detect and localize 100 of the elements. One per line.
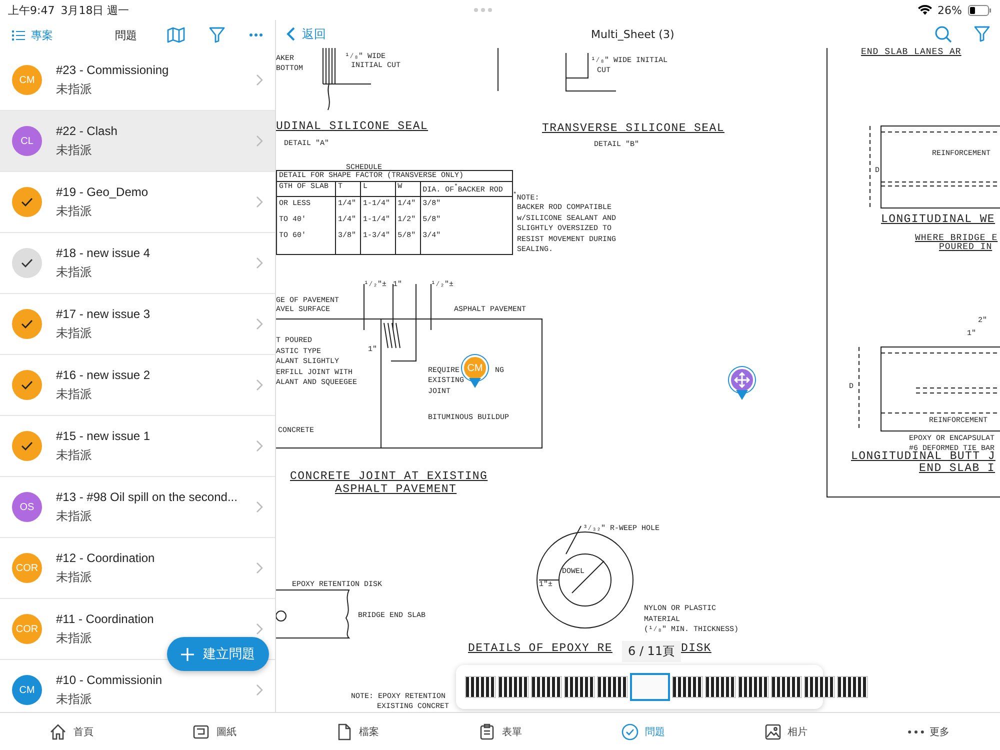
drawing-label: END SLAB LANES AR <box>861 48 962 58</box>
issue-status: 未指派 <box>56 630 93 646</box>
issue-status: 未指派 <box>56 264 93 280</box>
chevron-left-icon <box>286 27 295 41</box>
issue-title: #17 - new issue 3 <box>56 306 152 320</box>
issue-status: 未指派 <box>56 324 93 342</box>
issue-item[interactable]: COR #12 - Coordination 未指派 <box>0 538 275 599</box>
drawing-label: END SLAB I <box>919 463 996 476</box>
issue-title: #22 - Clash <box>56 124 118 138</box>
status-date: 3月18日 週一 <box>60 2 130 18</box>
issue-title: #11 - Coordination <box>56 612 155 626</box>
issue-title: #23 - Commissioning <box>56 62 170 76</box>
chevron-icon <box>256 684 263 696</box>
chevron-icon <box>256 196 263 208</box>
filter-icon[interactable] <box>209 27 225 43</box>
avatar-badge: CL <box>12 126 42 156</box>
tab-bar-item[interactable]: 圖紙 <box>142 713 286 750</box>
status-time: 上午9:47 <box>8 2 55 18</box>
issue-status: 未指派 <box>56 80 93 98</box>
more-icon <box>908 730 924 734</box>
sheet-icon <box>192 722 210 740</box>
create-issue-button[interactable]: 建立問題 <box>167 637 269 671</box>
back-button[interactable]: 返回 <box>286 26 326 42</box>
drag-handle-icon[interactable] <box>474 8 492 12</box>
tab-bar-item[interactable]: 問題 <box>571 713 714 750</box>
chevron-icon <box>256 379 263 391</box>
issue-item[interactable]: #15 - new issue 1 未指派 <box>0 416 275 477</box>
drawing-label: ASPHALT PAVEMENT <box>335 484 457 497</box>
drawing-label: CONCRETE JOINT AT EXISTING <box>290 471 488 484</box>
issue-title: #12 - Coordination <box>56 550 156 564</box>
issue-title: #10 - Commissionin <box>56 672 164 686</box>
issue-status: 未指派 <box>56 386 93 402</box>
home-icon <box>49 722 68 740</box>
plus-icon <box>181 648 194 660</box>
avatar-badge: OS <box>12 492 42 522</box>
issue-title: #19 - Geo_Demo <box>56 184 150 198</box>
issue-status: 未指派 <box>56 690 93 708</box>
chevron-icon <box>256 623 263 635</box>
issue-item[interactable]: #16 - new issue 2 未指派 <box>0 355 275 416</box>
issue-item[interactable]: OS #13 - #98 Oil spill on the second... 未指派 <box>0 477 275 538</box>
page-indicator: 6 / 11頁 <box>622 641 681 662</box>
issue-status: 未指派 <box>56 568 93 586</box>
drawing-label: UDINAL SILICONE SEAL <box>276 121 428 134</box>
page-thumbnail[interactable] <box>465 676 496 698</box>
page-thumbnail[interactable] <box>672 676 703 698</box>
page-thumbnail[interactable] <box>630 673 670 701</box>
drawing-label: WHERE BRIDGE E <box>915 234 998 243</box>
chevron-icon <box>256 562 263 574</box>
issue-status: 未指派 <box>56 202 93 220</box>
tab-bar-item[interactable]: 首頁 <box>0 713 143 750</box>
page-thumbnail[interactable] <box>597 676 628 698</box>
issue-status: 未指派 <box>56 142 93 158</box>
avatar-badge: COR <box>12 553 42 583</box>
issue-title: #16 - new issue 2 <box>56 368 152 382</box>
map-icon[interactable] <box>167 27 185 43</box>
sheet-title: Multi_Sheet (3) <box>591 28 676 40</box>
chevron-icon <box>256 74 263 86</box>
tab-bar-item[interactable]: 相片 <box>714 713 858 750</box>
chevron-icon <box>256 440 263 452</box>
project-button[interactable]: 專案 <box>12 28 53 42</box>
issue-item[interactable]: #17 - new issue 3 未指派 <box>0 294 275 355</box>
issue-pin[interactable] <box>729 367 755 400</box>
avatar-badge: COR <box>12 614 42 644</box>
chevron-icon <box>256 501 263 513</box>
page-thumbnail[interactable] <box>498 676 529 698</box>
page-thumbnail[interactable] <box>804 676 835 698</box>
avatar-badge: CM <box>12 675 42 705</box>
more-icon[interactable] <box>249 33 263 37</box>
page-thumbnail[interactable] <box>531 676 562 698</box>
tab-bar-item[interactable]: 更多 <box>857 713 1000 750</box>
issue-title: #18 - new issue 4 <box>56 246 152 260</box>
chevron-icon <box>256 318 263 330</box>
page-thumbnail[interactable] <box>771 676 802 698</box>
clipboard-icon <box>478 722 496 740</box>
drawing-label: DETAILS OF EPOXY RE <box>468 643 612 656</box>
page-thumbnail[interactable] <box>564 676 595 698</box>
drawing-label: DISK <box>681 643 712 656</box>
chevron-icon <box>256 257 263 269</box>
page-thumbnail[interactable] <box>738 676 769 698</box>
filter-icon[interactable] <box>974 26 990 42</box>
battery-icon <box>968 4 992 16</box>
drawing-label: LONGITUDINAL WE <box>881 214 996 227</box>
tab-bar-item[interactable]: 檔案 <box>286 713 429 750</box>
issue-item[interactable]: #19 - Geo_Demo 未指派 <box>0 172 275 233</box>
chevron-icon <box>256 135 263 147</box>
issue-item[interactable]: #18 - new issue 4 未指派 <box>0 233 275 294</box>
drawing-label: POURED IN <box>939 243 992 253</box>
image-icon <box>764 722 782 740</box>
issue-status: 未指派 <box>56 446 93 464</box>
panel-title: 問題 <box>115 28 137 42</box>
page-thumbnail[interactable] <box>705 676 736 698</box>
avatar-badge: CM <box>12 65 42 95</box>
move-arrows-icon <box>734 372 750 388</box>
battery-percent: 26% <box>938 4 962 16</box>
search-icon[interactable] <box>935 26 952 42</box>
issue-item[interactable]: CL #22 - Clash 未指派 <box>0 111 275 172</box>
wifi-icon <box>918 4 932 16</box>
page-thumbnail[interactable] <box>837 676 868 698</box>
tab-bar-item[interactable]: 表單 <box>428 713 572 750</box>
issue-title: #15 - new issue 1 <box>56 428 152 442</box>
